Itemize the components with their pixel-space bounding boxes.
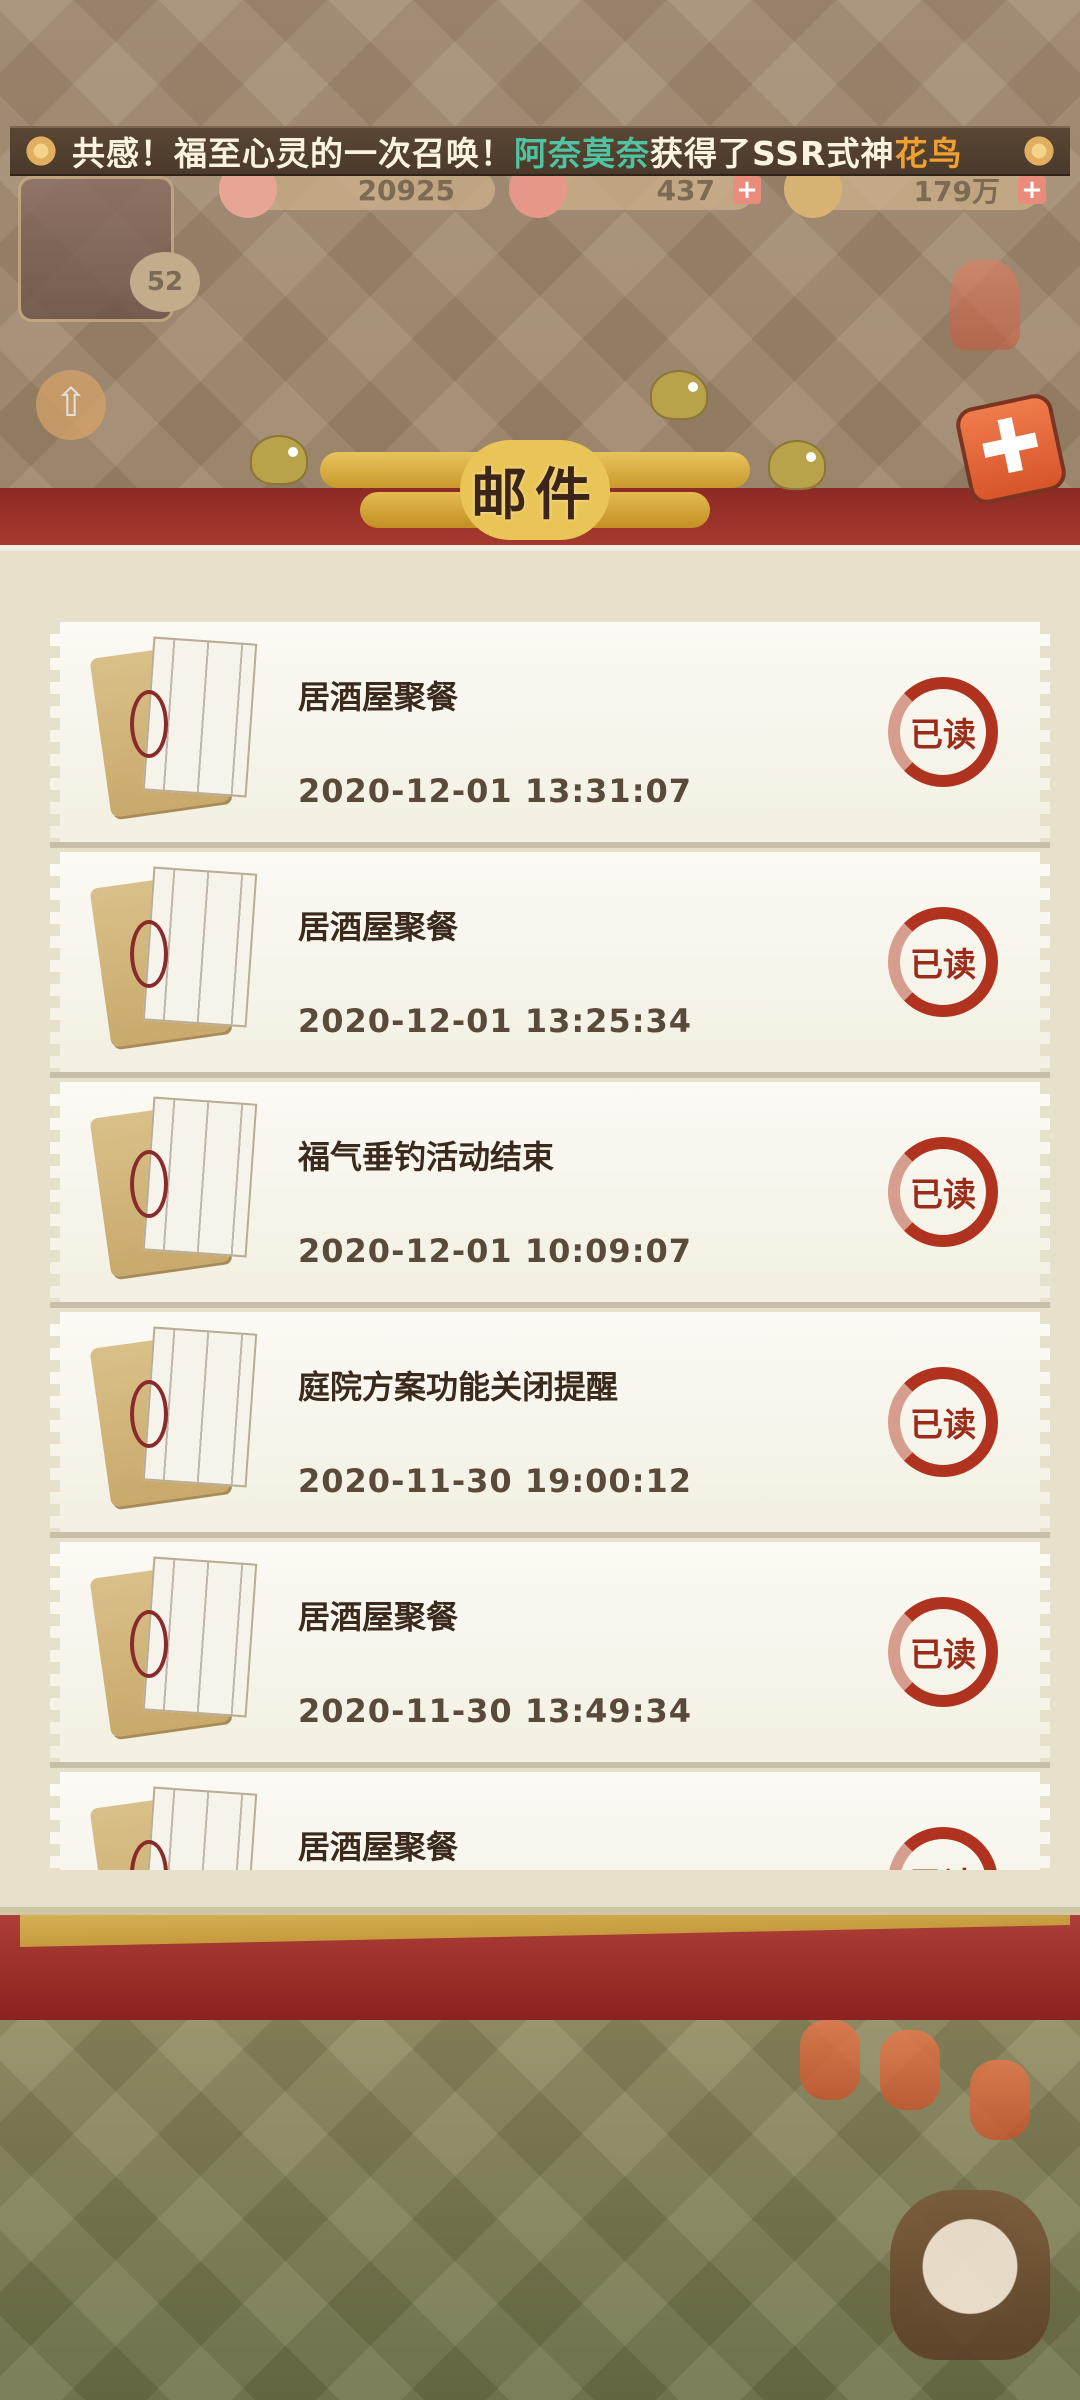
mail-title: 居酒屋聚餐: [298, 678, 459, 716]
mail-date: 2020-11-30 13:49:34: [298, 1692, 693, 1730]
mail-status: 已读: [910, 945, 976, 984]
mail-envelope-icon: [89, 1096, 260, 1280]
flower-icon: [1022, 134, 1056, 168]
player-level: 52: [130, 252, 200, 312]
lantern-icon: [880, 2030, 940, 2110]
mail-date: 2020-12-01 10:09:07: [298, 1232, 693, 1270]
resource-gem: 20925: [219, 160, 495, 218]
announcement-player: 阿奈莫奈: [514, 134, 650, 173]
mail-title: 居酒屋聚餐: [298, 908, 459, 946]
bird-ornament-icon: [768, 440, 826, 490]
resource-magatama: 437 +: [509, 160, 761, 218]
read-stamp-icon: 已读: [888, 1597, 998, 1707]
announcement-prefix: 共感！福至心灵的一次召唤！: [72, 134, 514, 173]
announcement-shikigami: 花鸟: [894, 134, 963, 173]
read-stamp-icon: 已读: [888, 677, 998, 787]
flower-icon: [24, 134, 58, 168]
mail-status: 已读: [910, 1858, 976, 1870]
read-stamp-icon: 已读: [888, 1137, 998, 1247]
mail-title: 庭院方案功能关闭提醒: [298, 1368, 619, 1406]
announcement-marquee: 共感！福至心灵的一次召唤！阿奈莫奈获得了SSR式神花鸟: [10, 126, 1070, 176]
mail-status: 已读: [910, 1175, 976, 1214]
resource-coin-value: 179万: [913, 175, 1000, 208]
mail-envelope-icon: [89, 636, 260, 820]
mail-item[interactable]: 居酒屋聚餐 已读: [50, 1772, 1050, 1870]
read-stamp-icon: 已读: [888, 1367, 998, 1477]
mail-status: 已读: [910, 1405, 976, 1444]
mail-item[interactable]: 福气垂钓活动结束 2020-12-01 10:09:07 已读: [50, 1082, 1050, 1302]
banner-bottom: [0, 1889, 1080, 2020]
announcement-middle: 获得了SSR式神: [650, 134, 895, 173]
page-title: 邮件: [471, 463, 599, 528]
mail-envelope-icon: [89, 1786, 260, 1870]
lantern-icon: [800, 2020, 860, 2100]
mail-date: 2020-12-01 13:25:34: [298, 1002, 693, 1040]
mail-item[interactable]: 庭院方案功能关闭提醒 2020-11-30 19:00:12 已读: [50, 1312, 1050, 1532]
mail-envelope-icon: [89, 866, 260, 1050]
read-stamp-icon: 已读: [888, 907, 998, 1017]
title-plaque: 邮件: [320, 440, 750, 540]
mail-title: 福气垂钓活动结束: [298, 1138, 555, 1176]
mail-date: 2020-12-01 13:31:07: [298, 772, 693, 810]
mascot-character[interactable]: [890, 2190, 1050, 2360]
close-button[interactable]: ✚: [952, 390, 1070, 508]
read-stamp-icon: 已读: [888, 1827, 998, 1870]
mail-envelope-icon: [89, 1326, 260, 1510]
mail-status: 已读: [910, 715, 976, 754]
plus-icon[interactable]: +: [733, 176, 761, 204]
mail-envelope-icon: [89, 1556, 260, 1740]
mail-item[interactable]: 居酒屋聚餐 2020-11-30 13:49:34 已读: [50, 1542, 1050, 1762]
level-up-icon[interactable]: ⇧: [36, 370, 106, 440]
plus-icon[interactable]: +: [1018, 176, 1046, 204]
mail-date: 2020-11-30 19:00:12: [298, 1462, 693, 1500]
mail-item[interactable]: 居酒屋聚餐 2020-12-01 13:31:07 已读: [50, 622, 1050, 842]
lantern-icon: [970, 2060, 1030, 2140]
bird-ornament-icon: [250, 435, 308, 485]
mail-status: 已读: [910, 1635, 976, 1674]
resource-gem-value: 20925: [357, 173, 455, 207]
mail-list[interactable]: 居酒屋聚餐 2020-12-01 13:31:07 已读 居酒屋聚餐 2020-…: [50, 608, 1050, 1870]
resource-magatama-value: 437: [656, 173, 715, 207]
announcement-text: 共感！福至心灵的一次召唤！阿奈莫奈获得了SSR式神花鸟: [72, 128, 1008, 174]
bird-ornament-icon: [650, 370, 708, 420]
mail-title: 居酒屋聚餐: [298, 1828, 459, 1866]
mail-title: 居酒屋聚餐: [298, 1598, 459, 1636]
mail-item[interactable]: 居酒屋聚餐 2020-12-01 13:25:34 已读: [50, 852, 1050, 1072]
resource-coin: 179万 +: [784, 160, 1046, 218]
fish-icon[interactable]: [950, 260, 1020, 350]
